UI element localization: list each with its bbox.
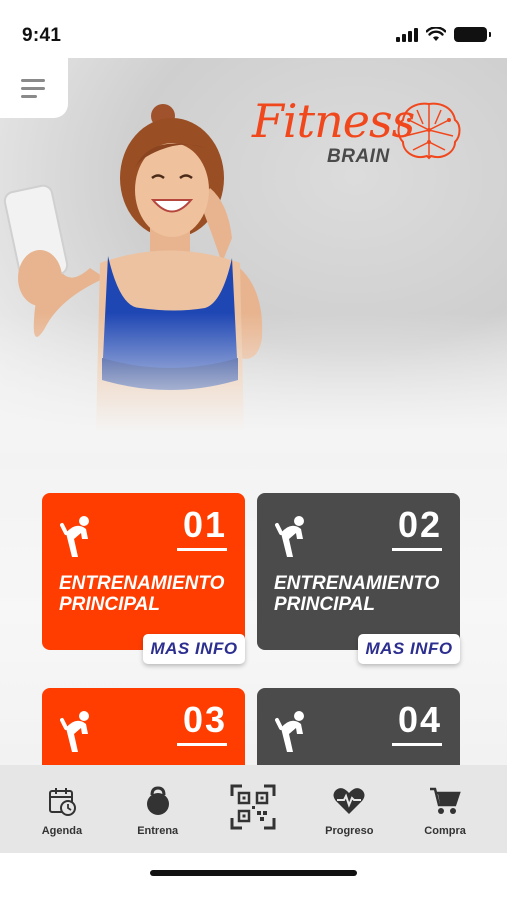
nav-label: Entrena (137, 825, 179, 837)
status-icons (396, 27, 491, 42)
card-title: ENTRENAMIENTO PRINCIPAL (274, 573, 440, 615)
card-number-underline (392, 548, 442, 551)
battery-icon (454, 27, 491, 42)
wifi-icon (426, 27, 446, 41)
kettlebell-icon (138, 781, 178, 821)
logo-wordmark-brain: BRAIN (327, 146, 390, 167)
hamburger-menu-button[interactable] (0, 58, 68, 118)
hero-fade (0, 313, 507, 453)
nav-item-qr[interactable] (213, 783, 293, 835)
nav-item-entrena[interactable]: Entrena (118, 781, 198, 837)
stretching-person-icon (275, 516, 304, 557)
mas-info-button[interactable]: MAS INFO (358, 634, 460, 664)
stretching-person-icon (60, 516, 89, 557)
nav-item-agenda[interactable]: Agenda (22, 781, 102, 837)
stretching-person-icon (275, 711, 304, 752)
calendar-clock-icon (42, 781, 82, 821)
status-bar: 9:41 (0, 0, 507, 58)
nav-item-compra[interactable]: Compra (405, 781, 485, 837)
card-number: 03 (182, 699, 227, 740)
qr-code-icon (229, 783, 277, 831)
training-card-01[interactable]: 01 ENTRENAMIENTO PRINCIPAL MAS INFO (42, 493, 245, 664)
nav-label: Compra (424, 825, 466, 837)
card-number: 04 (397, 699, 442, 740)
training-card-02[interactable]: 02 ENTRENAMIENTO PRINCIPAL MAS INFO (257, 493, 460, 664)
nav-label: Agenda (41, 825, 83, 837)
fitness-brain-logo: Fitness BRAIN (252, 94, 467, 178)
card-title: ENTRENAMIENTO PRINCIPAL (59, 573, 225, 615)
signal-icon (396, 27, 418, 42)
bottom-navigation: Agenda Entrena Progreso Compra (0, 765, 507, 853)
mas-info-button[interactable]: MAS INFO (143, 634, 245, 664)
logo-wordmark-fitness: Fitness (252, 94, 415, 148)
home-indicator-area (0, 853, 507, 900)
card-number: 02 (397, 504, 442, 545)
heart-pulse-icon (329, 781, 369, 821)
hero-banner: Fitness BRAIN (0, 58, 507, 453)
home-indicator[interactable] (150, 870, 357, 876)
card-number: 01 (182, 504, 227, 545)
card-number-underline (177, 548, 227, 551)
nav-label: Progreso (325, 825, 374, 837)
brain-icon (397, 102, 461, 160)
stretching-person-icon (60, 711, 89, 752)
card-number-underline (177, 743, 227, 746)
nav-item-progreso[interactable]: Progreso (309, 781, 389, 837)
card-number-underline (392, 743, 442, 746)
cart-icon (425, 781, 465, 821)
status-time: 9:41 (22, 25, 62, 46)
